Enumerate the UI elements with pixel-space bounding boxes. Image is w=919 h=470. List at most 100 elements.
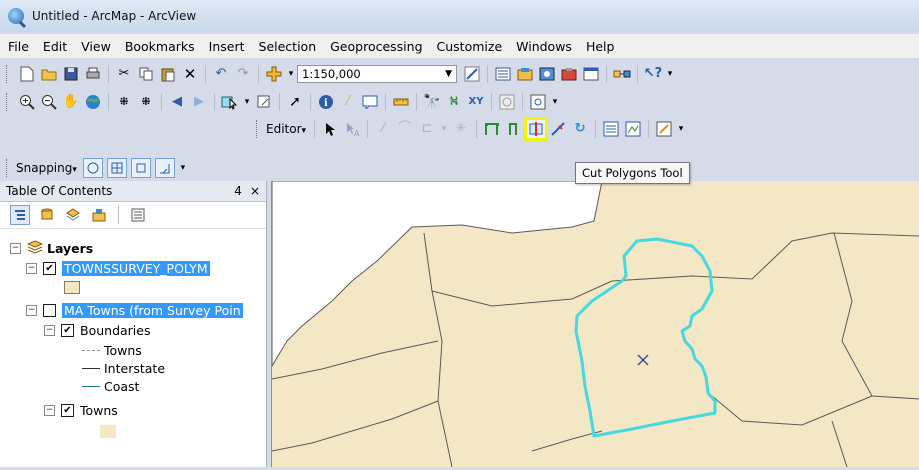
measure-icon[interactable]: [392, 93, 410, 111]
select-features-icon[interactable]: [221, 93, 239, 111]
clear-selection-icon[interactable]: [255, 93, 273, 111]
collapse-icon[interactable]: −: [26, 304, 37, 316]
point-tool-icon[interactable]: ✳: [452, 120, 470, 138]
menu-geoprocessing[interactable]: Geoprocessing: [330, 39, 422, 54]
menu-windows[interactable]: Windows: [516, 39, 572, 54]
trace-tool-icon[interactable]: ⊏: [418, 120, 436, 138]
redo-icon[interactable]: ↷: [234, 65, 252, 83]
toolbar-grip[interactable]: [6, 159, 11, 177]
layer-visibility-checkbox[interactable]: ✔: [61, 323, 74, 337]
create-features-icon[interactable]: [655, 120, 673, 138]
zoom-out-icon[interactable]: [40, 93, 58, 111]
select-features-dropdown[interactable]: ▾: [243, 93, 251, 111]
select-elements-icon[interactable]: ➚: [286, 93, 304, 111]
point-snapping-icon[interactable]: [82, 158, 103, 178]
layer-visibility-checkbox[interactable]: ✔: [43, 261, 56, 275]
paste-icon[interactable]: [159, 65, 177, 83]
toc-layer-row[interactable]: − ✔ TOWNSSURVEY_POLYM: [26, 259, 210, 277]
menu-selection[interactable]: Selection: [259, 39, 317, 54]
go-to-xy-icon[interactable]: XY: [467, 93, 485, 111]
toolbar-options-chevron-icon[interactable]: ▾: [677, 120, 685, 138]
save-icon[interactable]: [62, 65, 80, 83]
editor-menu-button[interactable]: Editor▾: [266, 122, 306, 136]
cut-icon[interactable]: ✂: [115, 65, 133, 83]
collapse-icon[interactable]: −: [44, 324, 55, 336]
toc-sublayer-row[interactable]: − ✔ Boundaries: [44, 321, 150, 339]
edit-tool-icon[interactable]: [321, 120, 339, 138]
straight-segment-icon[interactable]: ⁄: [374, 120, 392, 138]
layer-name[interactable]: MA Towns (from Survey Poin: [62, 302, 243, 318]
whats-this-icon[interactable]: ↖?: [644, 65, 662, 83]
find-route-icon[interactable]: ⛕: [445, 93, 463, 111]
map-canvas[interactable]: [271, 180, 919, 468]
list-by-visibility-icon[interactable]: [64, 206, 82, 224]
attributes-icon[interactable]: [602, 120, 620, 138]
search-icon[interactable]: [538, 65, 556, 83]
toolbar-grip[interactable]: [6, 65, 11, 83]
endpoint-arc-icon[interactable]: ⌒: [396, 120, 414, 138]
close-icon[interactable]: ×: [250, 184, 260, 198]
undo-icon[interactable]: ↶: [212, 65, 230, 83]
construction-tools-dropdown[interactable]: ▾: [440, 120, 448, 138]
menu-bookmarks[interactable]: Bookmarks: [125, 39, 195, 54]
end-snapping-icon[interactable]: [106, 158, 127, 178]
python-icon[interactable]: [582, 65, 600, 83]
layer-name[interactable]: TOWNSSURVEY_POLYM: [62, 260, 210, 276]
zoom-in-icon[interactable]: [18, 93, 36, 111]
menu-customize[interactable]: Customize: [437, 39, 503, 54]
fixed-zoom-in-icon[interactable]: ⁜: [115, 93, 133, 111]
toolbar-grip[interactable]: [6, 93, 11, 111]
vertex-snapping-icon[interactable]: [130, 158, 151, 178]
towns-symbol-swatch[interactable]: [100, 425, 116, 438]
list-by-source-icon[interactable]: [38, 206, 56, 224]
hyperlink-icon[interactable]: [361, 93, 379, 111]
table-of-contents-icon[interactable]: [494, 65, 512, 83]
collapse-icon[interactable]: −: [44, 404, 55, 416]
edit-vertices-icon[interactable]: [483, 120, 501, 138]
collapse-icon[interactable]: −: [10, 242, 21, 254]
menu-view[interactable]: View: [81, 39, 111, 54]
copy-icon[interactable]: [137, 65, 155, 83]
collapse-icon[interactable]: −: [26, 262, 37, 274]
catalog-icon[interactable]: [516, 65, 534, 83]
delete-icon[interactable]: ✕: [181, 65, 199, 83]
pin-icon[interactable]: 4: [234, 184, 242, 198]
toc-layer-row[interactable]: − MA Towns (from Survey Poin: [26, 301, 243, 319]
arctoolbox-icon[interactable]: [560, 65, 578, 83]
reshape-feature-icon[interactable]: [505, 120, 523, 138]
menu-file[interactable]: File: [8, 39, 29, 54]
create-viewer-window-icon[interactable]: [529, 93, 547, 111]
toolbar-options-chevron-icon[interactable]: ▾: [551, 93, 559, 111]
print-icon[interactable]: [84, 65, 102, 83]
model-builder-icon[interactable]: [613, 65, 631, 83]
cut-polygons-tool[interactable]: [524, 117, 549, 141]
map-display[interactable]: [271, 180, 919, 468]
layer-visibility-checkbox[interactable]: [43, 303, 56, 317]
html-popup-icon[interactable]: ⁄: [339, 93, 357, 111]
sublayer-name[interactable]: Towns: [80, 403, 118, 418]
toolbar-options-chevron-icon[interactable]: ▾: [666, 65, 674, 83]
polygon-symbol-swatch[interactable]: [64, 281, 80, 294]
toolbar-options-chevron-icon[interactable]: ▾: [179, 159, 187, 177]
list-by-selection-icon[interactable]: [90, 206, 108, 224]
add-data-icon[interactable]: [265, 65, 283, 83]
menu-help[interactable]: Help: [586, 39, 615, 54]
toc-layers-row[interactable]: − Layers: [10, 239, 93, 257]
sketch-properties-icon[interactable]: [624, 120, 642, 138]
open-icon[interactable]: [40, 65, 58, 83]
identify-icon[interactable]: i: [317, 93, 335, 111]
menu-insert[interactable]: Insert: [209, 39, 245, 54]
time-slider-icon[interactable]: [498, 93, 516, 111]
new-document-icon[interactable]: [18, 65, 36, 83]
toc-sublayer-row[interactable]: − ✔ Towns: [44, 401, 118, 419]
find-icon[interactable]: 🔭: [423, 93, 441, 111]
add-data-dropdown[interactable]: ▾: [287, 65, 295, 83]
map-scale-combobox[interactable]: 1:150,000 ▼: [297, 65, 457, 83]
sublayer-name[interactable]: Boundaries: [80, 323, 150, 338]
fixed-zoom-out-icon[interactable]: ⁜: [137, 93, 155, 111]
list-by-drawing-order-icon[interactable]: [10, 205, 30, 225]
back-extent-icon[interactable]: ◀: [168, 93, 186, 111]
editor-toolbar-icon[interactable]: [463, 65, 481, 83]
split-tool-icon[interactable]: [549, 120, 567, 138]
pan-icon[interactable]: ✋: [62, 93, 80, 111]
